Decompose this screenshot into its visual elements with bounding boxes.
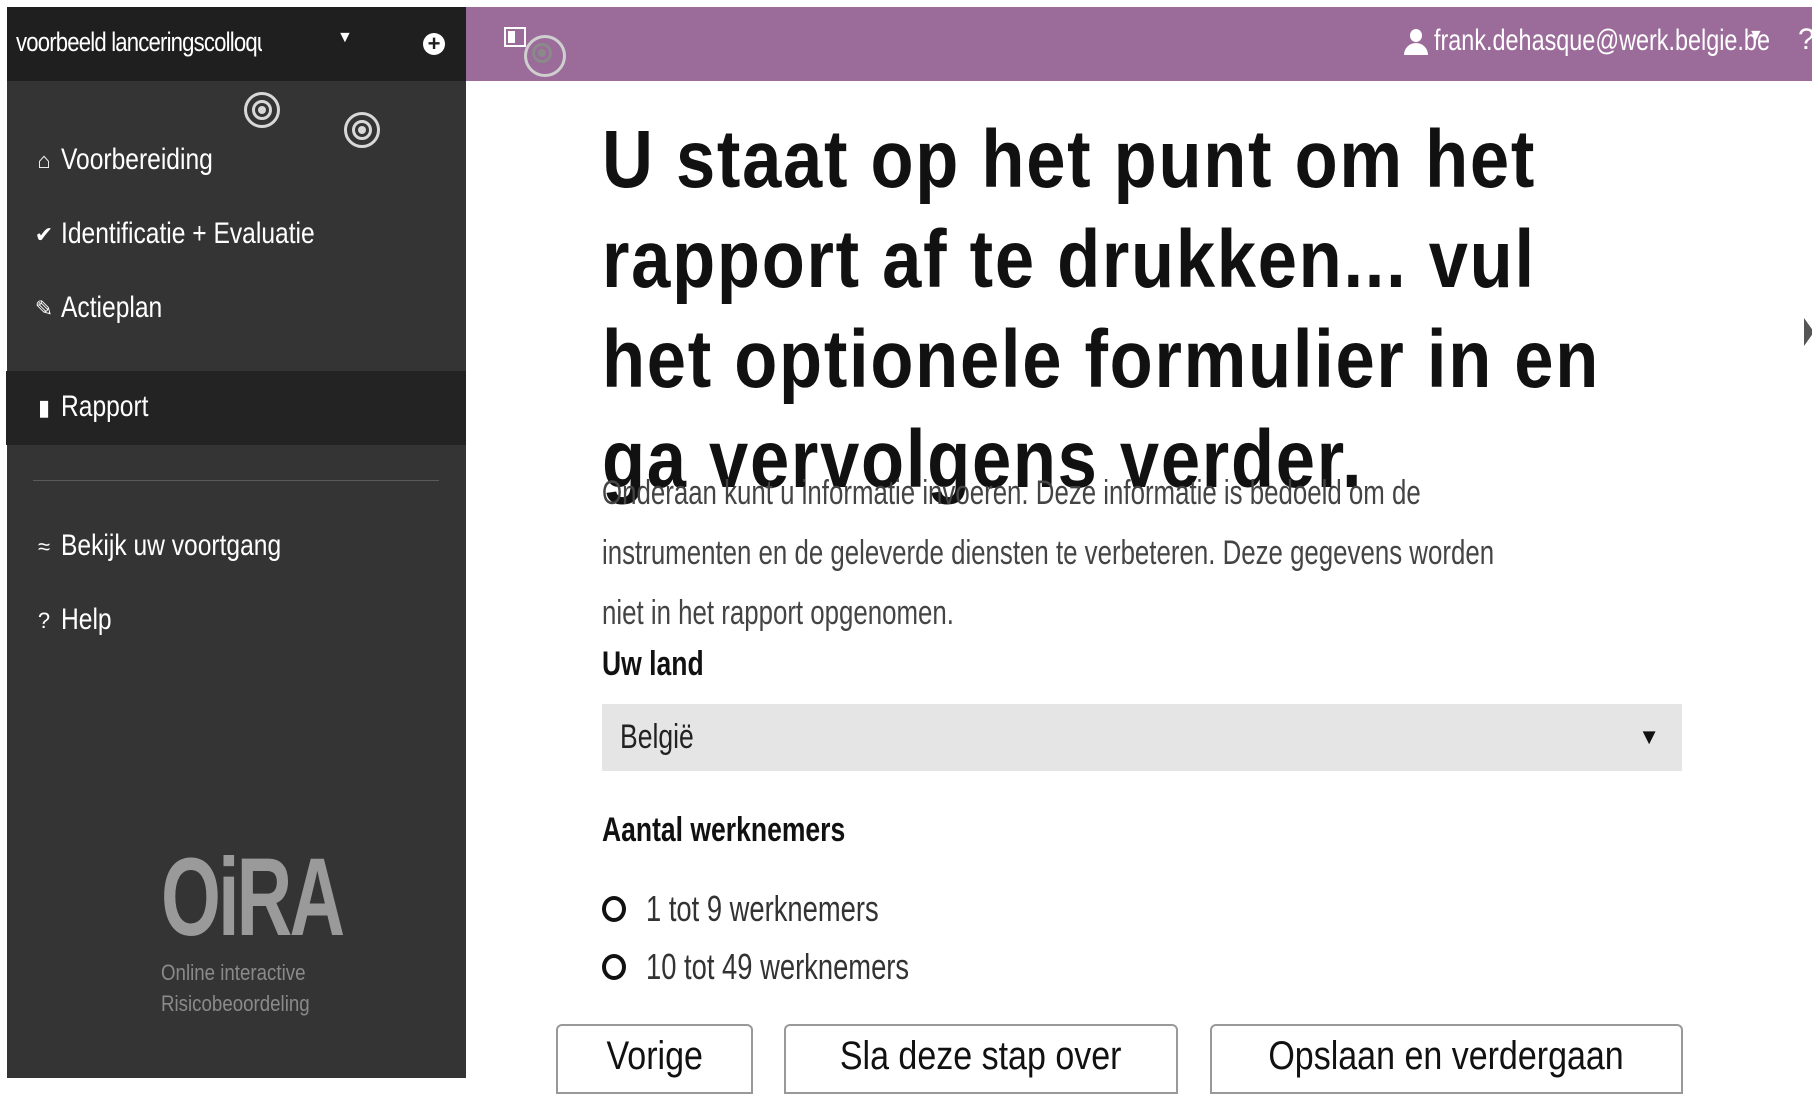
dropdown-arrow-icon: ▼ xyxy=(1638,724,1660,749)
intro-text: Onderaan kunt u informatie invoeren. Dez… xyxy=(602,474,1495,632)
sidebar-item-help[interactable]: ? Help xyxy=(7,584,466,658)
add-survey-icon[interactable]: + xyxy=(423,33,445,55)
radio-button[interactable] xyxy=(602,896,626,922)
target-marker-icon xyxy=(244,92,280,128)
user-menu-caret-icon[interactable]: ▼ xyxy=(1748,27,1764,45)
skip-step-button-label: Sla deze stap over xyxy=(840,1034,1122,1078)
left-margin xyxy=(0,0,7,1078)
sidebar-item-actieplan[interactable]: ✎ Actieplan xyxy=(7,272,466,346)
radio-label: 10 tot 49 werknemers xyxy=(646,946,910,987)
sidebar-item-label: Bekijk uw voortgang xyxy=(61,529,282,562)
sidebar-item-voorbereiding[interactable]: ⌂ Voorbereiding xyxy=(7,124,466,198)
target-marker-icon xyxy=(524,35,566,77)
pencil-icon: ✎ xyxy=(34,296,54,321)
top-bar: frank.dehasque@werk.belgie.be ▼ ? xyxy=(466,7,1812,81)
previous-button[interactable]: Vorige xyxy=(556,1024,753,1094)
skip-step-button[interactable]: Sla deze stap over xyxy=(784,1024,1178,1094)
logo-subtitle: Online interactive Risicobeoordeling xyxy=(161,957,310,1019)
sidebar-toggle-icon[interactable] xyxy=(504,27,526,47)
page-title: U staat op het punt om het rapport af te… xyxy=(602,114,1601,505)
save-continue-button[interactable]: Opslaan en verdergaan xyxy=(1210,1024,1683,1094)
survey-dropdown-caret-icon[interactable]: ▼ xyxy=(337,29,353,47)
sidebar-item-rapport[interactable]: ▮ Rapport xyxy=(0,371,466,445)
sidebar: voorbeeld lanceringscolloquiu... ▼ + ⌂ V… xyxy=(0,7,466,1078)
progress-icon: ≈ xyxy=(37,534,51,559)
oira-logo: OiRA xyxy=(161,836,345,959)
country-select[interactable]: België ▼ xyxy=(602,704,1682,771)
country-label: Uw land xyxy=(602,645,704,683)
survey-title[interactable]: voorbeeld lanceringscolloquiu... xyxy=(16,27,262,58)
employee-option-10-49[interactable]: 10 tot 49 werknemers xyxy=(602,944,1202,994)
sidebar-header: voorbeeld lanceringscolloquiu... ▼ + xyxy=(7,7,466,81)
employee-option-1-9[interactable]: 1 tot 9 werknemers xyxy=(602,886,1202,936)
help-circle-icon: ? xyxy=(37,608,51,633)
sidebar-divider xyxy=(33,480,439,481)
logo-subtitle-line1: Online interactive xyxy=(161,960,306,985)
sidebar-item-voortgang[interactable]: ≈ Bekijk uw voortgang xyxy=(7,510,466,584)
check-circle-icon: ✔ xyxy=(34,222,54,247)
user-icon xyxy=(1403,29,1429,57)
sidebar-item-label: Actieplan xyxy=(61,291,163,324)
logo-subtitle-line2: Risicobeoordeling xyxy=(161,991,310,1016)
sidebar-item-label: Rapport xyxy=(61,390,149,423)
country-select-value: België xyxy=(620,718,694,756)
user-menu[interactable]: frank.dehasque@werk.belgie.be xyxy=(1434,24,1770,58)
sidebar-item-label: Voorbereiding xyxy=(61,143,213,176)
sidebar-item-label: Help xyxy=(61,603,112,636)
help-icon[interactable]: ? xyxy=(1798,23,1812,57)
previous-button-label: Vorige xyxy=(606,1034,703,1078)
mouse-cursor-icon xyxy=(1804,318,1812,346)
sidebar-item-label: Identificatie + Evaluatie xyxy=(61,217,315,250)
radio-label: 1 tot 9 werknemers xyxy=(646,888,879,929)
sidebar-item-identificatie[interactable]: ✔ Identificatie + Evaluatie xyxy=(7,198,466,272)
employees-label: Aantal werknemers xyxy=(602,811,846,849)
home-icon: ⌂ xyxy=(37,148,51,173)
document-icon: ▮ xyxy=(37,395,51,420)
save-continue-button-label: Opslaan en verdergaan xyxy=(1268,1034,1625,1078)
top-margin xyxy=(0,0,1812,7)
radio-button[interactable] xyxy=(602,954,626,980)
